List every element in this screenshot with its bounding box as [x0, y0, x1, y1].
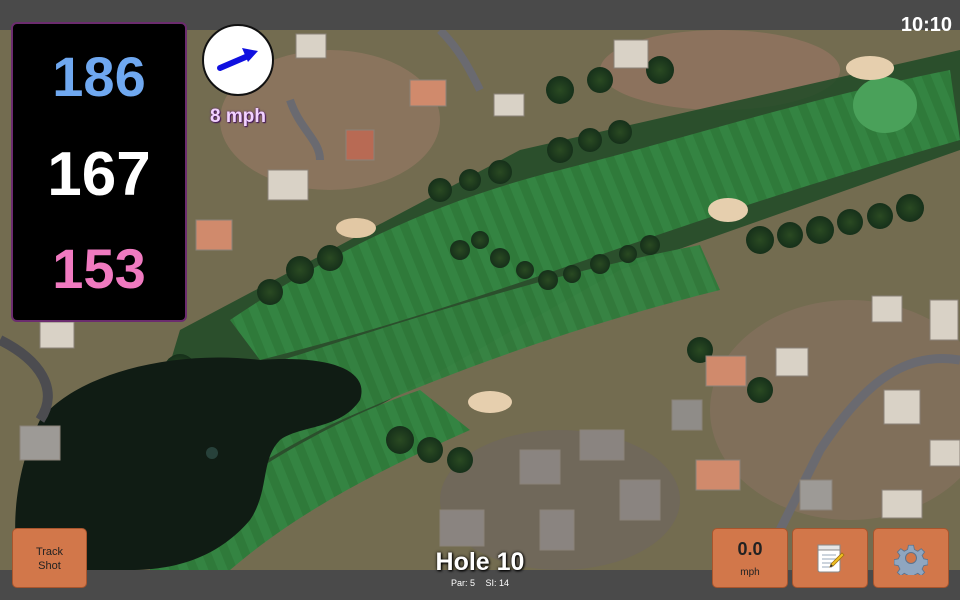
clock: 10:10	[900, 14, 952, 36]
hole-meta: Par: 5 SI: 14	[380, 578, 580, 588]
speed-unit: mph	[740, 567, 760, 578]
distance-panel: 186 167 153	[11, 22, 187, 322]
notepad-icon	[793, 529, 867, 587]
track-shot-label-line2: Shot	[38, 560, 61, 572]
wind-speed-label: 8 mph	[210, 106, 266, 127]
track-shot-label-line1: Track	[35, 546, 64, 558]
arrow-icon	[217, 48, 258, 71]
speed-button[interactable]: 0.0 mph	[712, 528, 788, 588]
hole-stroke-index: SI: 14	[485, 578, 510, 588]
settings-button[interactable]	[873, 528, 949, 588]
wind-direction-indicator	[202, 24, 274, 96]
hole-par: Par: 5	[450, 578, 475, 588]
wind-speed: 8 mph	[194, 106, 282, 128]
hole-title: Hole 10	[435, 548, 525, 576]
back-distance: 186	[52, 45, 146, 108]
gear-icon	[874, 529, 948, 587]
middle-distance: 167	[47, 140, 151, 209]
golf-gps-screen: 10:10 186 167 153 8 mph Track Shot Hole …	[0, 0, 960, 600]
speed-value: 0.0	[737, 539, 763, 559]
front-distance: 153	[52, 237, 146, 300]
notes-button[interactable]	[792, 528, 868, 588]
track-shot-button[interactable]: Track Shot	[12, 528, 87, 588]
